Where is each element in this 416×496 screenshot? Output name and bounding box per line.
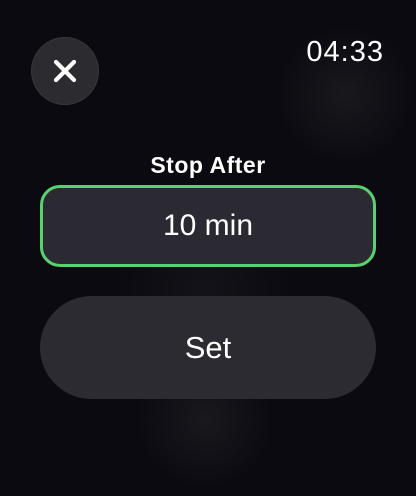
watch-screen: 04:33 Stop After 10 min Set [0,0,416,496]
set-button[interactable]: Set [40,296,376,399]
stop-after-title: Stop After [150,152,266,178]
set-button-label: Set [184,329,232,365]
status-time: 04:33 [306,36,384,68]
duration-picker[interactable]: 10 min [40,185,376,267]
close-button[interactable] [31,37,99,105]
close-icon [53,59,77,83]
duration-value: 10 min [162,209,254,242]
